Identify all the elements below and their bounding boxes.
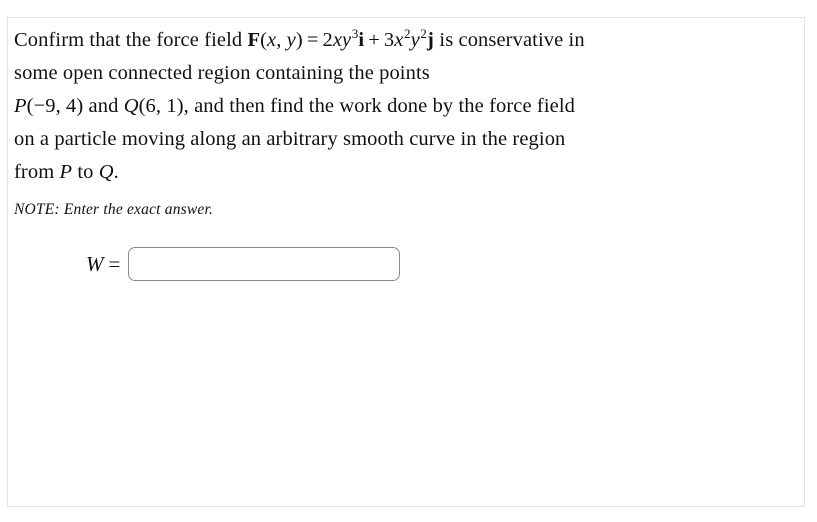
problem-body: Confirm that the force field F(x, y) = 2xy… — [8, 18, 804, 281]
force-field-symbol: F — [247, 29, 261, 51]
problem-card: Confirm that the force field F(x, y) = 2xy… — [7, 17, 805, 507]
point-q-y: 1 — [166, 95, 177, 117]
answer-input[interactable] — [128, 247, 401, 281]
problem-statement: Confirm that the force field F(x, y) = 2xy… — [14, 24, 794, 189]
conjunction-and: and — [83, 95, 124, 117]
answer-variable-w: W — [86, 251, 104, 276]
note-text: NOTE: Enter the exact answer. — [14, 201, 214, 218]
line5-prefix: from — [14, 161, 60, 183]
point-p-y: 4 — [66, 95, 77, 117]
variable-x: x — [267, 29, 277, 51]
statement-line-5: from P to Q. — [14, 156, 794, 189]
point-p-symbol: P — [14, 95, 27, 117]
term2-y: y — [410, 29, 420, 51]
line5-point-p: P — [59, 161, 73, 183]
equals-sign: = — [306, 29, 319, 51]
line5-period: . — [113, 161, 119, 183]
point-p-comma: , — [55, 95, 67, 117]
answer-equals-sign: = — [108, 251, 121, 276]
statement-line-1: Confirm that the force field F(x, y) = 2xy… — [14, 24, 794, 57]
term2-x-exponent: 2 — [403, 26, 411, 42]
statement-line1-suffix: is conservative in — [434, 29, 585, 51]
point-q-x: 6 — [145, 95, 156, 117]
point-p-paren-open: ( — [26, 95, 34, 117]
point-p-x: −9 — [33, 95, 56, 117]
term2-y-exponent: 2 — [420, 26, 427, 42]
term1-y: y — [342, 29, 352, 51]
statement-line1-prefix: Confirm that the force field — [14, 29, 248, 51]
term2-coefficient: 3 — [383, 29, 395, 51]
point-q-symbol: Q — [123, 95, 139, 117]
line5-point-q: Q — [98, 161, 114, 183]
point-q-paren-open: ( — [138, 95, 146, 117]
term1-x: x — [332, 29, 343, 51]
arg-comma: , — [276, 29, 287, 51]
line5-middle: to — [72, 161, 99, 183]
term1-coefficient: 2 — [322, 29, 333, 51]
statement-line-2: some open connected region containing th… — [14, 62, 430, 84]
statement-line-4: on a particle moving along an arbitrary … — [14, 128, 566, 150]
answer-label: W = — [86, 252, 120, 277]
statement-line3-tail: , and then find the work done by the for… — [183, 95, 575, 117]
paren-open: ( — [260, 29, 268, 51]
point-q-comma: , — [155, 95, 167, 117]
variable-y: y — [286, 29, 296, 51]
paren-close: ) — [295, 29, 303, 51]
plus-sign: + — [368, 29, 380, 51]
answer-row: W = — [86, 247, 794, 281]
statement-line-3: P(−9, 4) and Q(6, 1), and then find the … — [14, 90, 794, 123]
point-q-paren-close: ) — [176, 95, 184, 117]
